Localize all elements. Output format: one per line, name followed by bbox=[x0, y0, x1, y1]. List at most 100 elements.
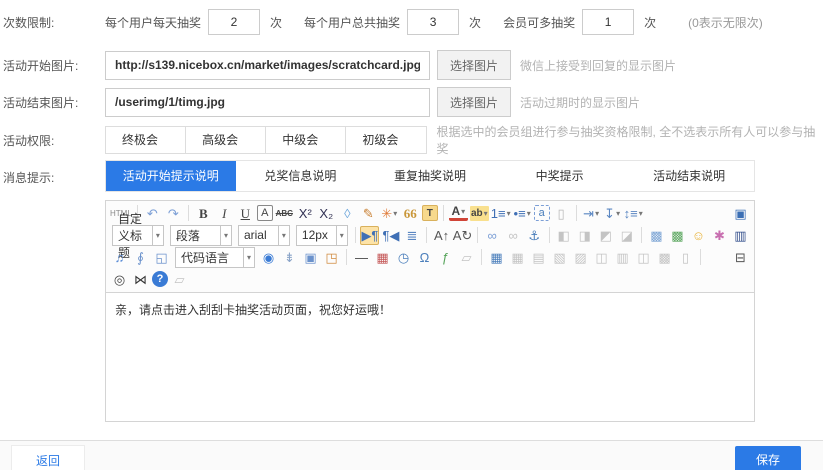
font-color-icon[interactable]: A▾ bbox=[449, 205, 468, 221]
chevron-down-icon: ▾ bbox=[527, 204, 531, 223]
anchor-style-icon[interactable]: a bbox=[534, 205, 550, 221]
first-line-indent-icon[interactable]: ⇥▾ bbox=[582, 204, 601, 223]
permission-row: 活动权限: 终极会员高级会员中级会员初级会员 根据选中的会员组进行参与抽奖资格限… bbox=[0, 126, 823, 154]
insert-video-icon[interactable]: ▥ bbox=[731, 226, 750, 245]
member-group-button[interactable]: 中级会员 bbox=[265, 126, 346, 154]
edit-formula-icon[interactable]: ƒ bbox=[436, 248, 455, 267]
paste-plain-icon[interactable]: T bbox=[422, 205, 438, 221]
strikethrough-icon[interactable]: ABC bbox=[275, 204, 294, 223]
count-input[interactable] bbox=[208, 9, 260, 35]
insert-date-icon[interactable]: ▦ bbox=[373, 248, 392, 267]
delete-table-icon: ▦ bbox=[508, 248, 527, 267]
line-height-icon[interactable]: ↕≡▾ bbox=[624, 204, 643, 223]
word-doc-icon: ▯ bbox=[676, 248, 695, 267]
message-tips-row: 消息提示: 活动开始提示说明兑奖信息说明重复抽奖说明中奖提示活动结束说明 bbox=[0, 160, 823, 192]
format-eraser-icon[interactable]: ◊ bbox=[338, 204, 357, 223]
permission-label: 活动权限: bbox=[0, 132, 105, 149]
insert-iframe-icon[interactable]: ▣ bbox=[301, 248, 320, 267]
format-painter-icon[interactable]: ✎ bbox=[359, 204, 378, 223]
toolbar-row-2: 自定义标题▾段落▾arial▾12px▾▶¶¶◀≣A↑A↻∞∞⚓◧◨◩◪▩▩☺✱… bbox=[109, 224, 751, 246]
start-image-input[interactable] bbox=[105, 51, 430, 80]
to-uppercase-icon[interactable]: A↑ bbox=[432, 226, 451, 245]
merge-cells-icon: ▧ bbox=[550, 248, 569, 267]
unordered-list-icon[interactable]: •≡▾ bbox=[513, 204, 532, 223]
italic-icon[interactable]: I bbox=[215, 204, 234, 223]
member-group-buttons: 终极会员高级会员中级会员初级会员 bbox=[105, 126, 427, 154]
ordered-list-icon[interactable]: 1≡▾ bbox=[491, 204, 511, 223]
fullscreen-icon[interactable]: ▣ bbox=[731, 204, 750, 223]
member-group-button[interactable]: 初级会员 bbox=[345, 126, 426, 154]
back-button[interactable]: 返回 bbox=[11, 445, 85, 470]
message-tab[interactable]: 兑奖信息说明 bbox=[236, 161, 366, 191]
code-language-select[interactable]: 代码语言▾ bbox=[175, 247, 255, 268]
screenshot-icon[interactable]: ◳ bbox=[322, 248, 341, 267]
underline-icon[interactable]: U bbox=[236, 204, 255, 223]
toolbar-divider bbox=[641, 227, 642, 243]
save-button[interactable]: 保存 bbox=[735, 446, 801, 470]
paragraph-select[interactable]: 段落▾ bbox=[170, 225, 232, 246]
indent-paragraph-icon[interactable]: ≣ bbox=[402, 226, 421, 245]
count-field-label: 每个用户总共抽奖 bbox=[304, 14, 400, 31]
editor-content[interactable]: 亲，请点击进入刮刮卡抽奖活动页面，祝您好运哦！ bbox=[106, 293, 754, 421]
attachment-icon[interactable]: ∮ bbox=[131, 248, 150, 267]
special-chars-icon[interactable]: Ω bbox=[415, 248, 434, 267]
message-tab[interactable]: 重复抽奖说明 bbox=[365, 161, 495, 191]
help-icon[interactable]: ? bbox=[152, 271, 168, 287]
superscript-icon[interactable]: X² bbox=[296, 204, 315, 223]
member-group-button[interactable]: 终极会员 bbox=[105, 126, 186, 154]
music-icon[interactable]: ♫ bbox=[110, 248, 129, 267]
print-icon[interactable]: ⊟ bbox=[731, 248, 750, 267]
auto-typeset-icon[interactable]: ✳▾ bbox=[380, 204, 399, 223]
custom-title-select[interactable]: 自定义标题▾ bbox=[112, 225, 164, 246]
ltr-paragraph-icon[interactable]: ▶¶ bbox=[360, 226, 379, 245]
font-size-select[interactable]: 12px▾ bbox=[296, 225, 348, 246]
text-highlight-icon[interactable]: ab▾ bbox=[470, 206, 489, 221]
blockquote-icon[interactable]: 66 bbox=[401, 204, 420, 223]
find-replace-icon[interactable]: ⋈ bbox=[131, 270, 150, 289]
rtl-paragraph-icon[interactable]: ¶◀ bbox=[381, 226, 400, 245]
count-input[interactable] bbox=[407, 9, 459, 35]
count-field-label: 每个用户每天抽奖 bbox=[105, 14, 201, 31]
message-tab[interactable]: 活动开始提示说明 bbox=[106, 161, 236, 191]
insert-table-icon[interactable]: ▦ bbox=[487, 248, 506, 267]
unlink-icon: ∞ bbox=[504, 226, 523, 245]
toolbar-divider bbox=[477, 227, 478, 243]
blank-doc-icon[interactable]: ▯ bbox=[552, 204, 571, 223]
end-image-input[interactable] bbox=[105, 88, 430, 117]
insert-image-icon[interactable]: ▩ bbox=[647, 226, 666, 245]
count-field-suffix: 次 bbox=[469, 14, 481, 31]
link-icon[interactable]: ∞ bbox=[483, 226, 502, 245]
start-image-pick-button[interactable]: 选择图片 bbox=[437, 50, 511, 80]
char-border-icon[interactable]: A bbox=[257, 205, 273, 221]
image-transfer-icon[interactable]: ▩ bbox=[668, 226, 687, 245]
map-icon[interactable]: ◉ bbox=[259, 248, 278, 267]
delete-col-icon: ▩ bbox=[655, 248, 674, 267]
message-tab[interactable]: 活动结束说明 bbox=[624, 161, 754, 191]
count-field-label: 会员可多抽奖 bbox=[503, 14, 575, 31]
chevron-down-icon: ▾ bbox=[639, 204, 643, 223]
insert-col-icon: ◫ bbox=[634, 248, 653, 267]
toolbar-divider bbox=[426, 227, 427, 243]
insert-app-icon[interactable]: ◱ bbox=[152, 248, 171, 267]
insert-time-icon[interactable]: ◷ bbox=[394, 248, 413, 267]
font-family-select[interactable]: arial▾ bbox=[238, 225, 290, 246]
change-case-icon[interactable]: A↻ bbox=[453, 226, 472, 245]
chevron-down-icon: ▾ bbox=[220, 226, 231, 245]
subscript-icon[interactable]: X₂ bbox=[317, 204, 336, 223]
image-align-center-icon: ◨ bbox=[575, 226, 594, 245]
pagebreak-icon[interactable]: ⇟ bbox=[280, 248, 299, 267]
bold-icon[interactable]: B bbox=[194, 204, 213, 223]
end-image-pick-button[interactable]: 选择图片 bbox=[437, 87, 511, 117]
paragraph-spacing-icon[interactable]: ↧▾ bbox=[603, 204, 622, 223]
preview-icon[interactable]: ◎ bbox=[110, 270, 129, 289]
image-align-right-icon: ◩ bbox=[596, 226, 615, 245]
anchor-icon[interactable]: ⚓ bbox=[525, 226, 544, 245]
member-group-button[interactable]: 高级会员 bbox=[185, 126, 266, 154]
redo-icon[interactable]: ↷ bbox=[164, 204, 183, 223]
scrawl-icon[interactable]: ✱ bbox=[710, 226, 729, 245]
count-input[interactable] bbox=[582, 9, 634, 35]
permission-hint: 根据选中的会员组进行参与抽奖资格限制, 全不选表示所有人可以参与抽奖 bbox=[437, 123, 823, 157]
emoji-icon[interactable]: ☺ bbox=[689, 226, 708, 245]
message-tab[interactable]: 中奖提示 bbox=[495, 161, 625, 191]
horizontal-rule-icon[interactable]: — bbox=[352, 248, 371, 267]
